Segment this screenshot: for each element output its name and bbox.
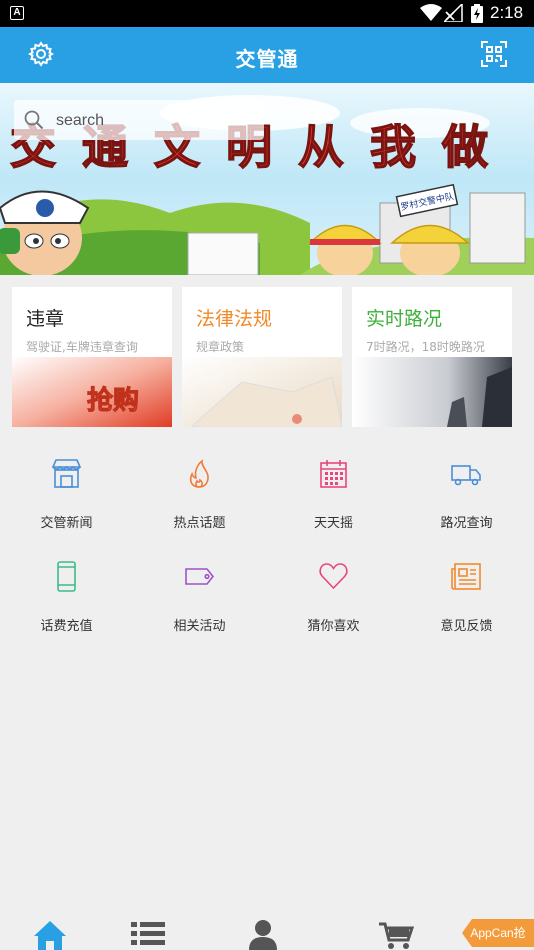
app-header: 交管通 (0, 27, 534, 83)
appcan-badge[interactable]: AppCan抢 (462, 919, 534, 947)
grid-item-label: 交管新闻 (40, 516, 93, 531)
card-image: 抢购 (12, 357, 172, 427)
battery-icon (471, 4, 483, 23)
status-bar: A 2:18 (0, 0, 534, 27)
bottom-nav (0, 912, 534, 950)
card-image-text: 抢购 (87, 385, 139, 416)
status-time: 2:18 (490, 3, 524, 22)
list-icon[interactable] (130, 918, 166, 950)
card-laws[interactable]: 法律法规 规章政策 (182, 287, 342, 427)
signal-icon (444, 4, 463, 22)
grid-item-label: 相关活动 (173, 619, 226, 634)
phone-icon (57, 561, 76, 592)
card-title: 法律法规 (196, 308, 273, 330)
grid-item-label: 热点话题 (173, 516, 226, 531)
search-input[interactable] (54, 108, 258, 134)
grid-item-label: 意见反馈 (440, 619, 493, 634)
heart-icon (319, 563, 348, 590)
card-subtitle: 规章政策 (196, 340, 245, 354)
search-bar[interactable] (14, 100, 264, 140)
card-image (352, 357, 512, 427)
page-title: 交管通 (235, 47, 299, 71)
grid-item-daily-shake[interactable]: 天天摇 (267, 447, 400, 547)
wifi-icon (420, 4, 442, 21)
card-subtitle: 7时路况，18时晚路况 (366, 340, 485, 354)
grid-item-label: 路况查询 (440, 516, 493, 531)
user-icon[interactable] (245, 918, 281, 950)
card-title: 违章 (26, 308, 65, 330)
card-title: 实时路况 (366, 308, 443, 330)
truck-icon (451, 465, 481, 486)
qr-scan-icon[interactable] (481, 41, 507, 67)
newspaper-icon (451, 563, 481, 590)
card-violation[interactable]: 违章 驾驶证,车牌违章查询 抢购 (12, 287, 172, 427)
cart-icon[interactable] (378, 918, 414, 950)
grid-item-label: 话费充值 (40, 619, 93, 634)
grid-item-guess-like[interactable]: 猜你喜欢 (267, 550, 400, 650)
feature-cards: 违章 驾驶证,车牌违章查询 抢购 法律法规 规章政策 实时路况 7时路况，18时… (12, 287, 522, 427)
grid-item-news[interactable]: 交管新闻 (0, 447, 133, 547)
card-image (182, 357, 342, 427)
notification-a-icon: A (10, 6, 24, 20)
grid-item-feedback[interactable]: 意见反馈 (400, 550, 533, 650)
tag-icon (185, 568, 215, 585)
grid-item-activities[interactable]: 相关活动 (133, 550, 266, 650)
grid-item-recharge[interactable]: 话费充值 (0, 550, 133, 650)
store-icon (51, 459, 82, 488)
flame-icon (189, 459, 209, 488)
card-subtitle: 驾驶证,车牌违章查询 (26, 340, 138, 354)
home-icon[interactable] (32, 918, 68, 950)
grid-item-road-query[interactable]: 路况查询 (400, 447, 533, 547)
grid-item-label: 天天摇 (313, 516, 353, 531)
grid-item-label: 猜你喜欢 (307, 619, 360, 634)
grid-item-hot-topics[interactable]: 热点话题 (133, 447, 266, 547)
card-traffic[interactable]: 实时路况 7时路况，18时晚路况 (352, 287, 512, 427)
calendar-icon (320, 460, 347, 488)
search-icon (24, 110, 44, 130)
